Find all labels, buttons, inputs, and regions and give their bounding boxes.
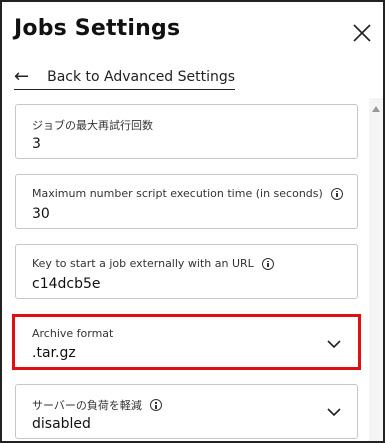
panel-header: Jobs Settings <box>2 2 383 62</box>
jobs-settings-panel: Jobs Settings ← Back to Advanced Setting… <box>0 0 385 443</box>
archive-format-label: Archive format <box>32 327 114 340</box>
field-label: Maximum number script execution time (in… <box>32 187 343 200</box>
vertical-scrollbar[interactable] <box>369 98 383 441</box>
info-icon[interactable] <box>149 399 162 411</box>
field-label: Archive format <box>32 327 113 340</box>
max-job-retries-field[interactable]: ジョブの最大再試行回数 3 <box>15 104 358 159</box>
external-job-key-field[interactable]: Key to start a job externally with an UR… <box>15 244 358 299</box>
scroll-up-arrow-icon[interactable] <box>372 106 380 112</box>
field-label: ジョブの最大再試行回数 <box>32 117 153 133</box>
page-title: Jobs Settings <box>14 16 181 41</box>
reduce-server-load-select[interactable]: サーバーの負荷を軽減 disabled <box>15 384 358 439</box>
external-job-key-label: Key to start a job externally with an UR… <box>32 257 254 270</box>
field-label: サーバーの負荷を軽減 <box>32 397 162 413</box>
max-job-retries-input[interactable]: 3 <box>32 136 41 152</box>
arrow-left-icon: ← <box>14 65 30 87</box>
chevron-down-icon <box>327 407 341 417</box>
archive-format-value: .tar.gz <box>32 345 76 361</box>
archive-format-select[interactable]: Archive format .tar.gz <box>12 314 361 370</box>
back-link-label: Back to Advanced Settings <box>47 68 236 85</box>
max-execution-time-field[interactable]: Maximum number script execution time (in… <box>15 174 358 229</box>
max-job-retries-label: ジョブの最大再試行回数 <box>32 119 153 132</box>
info-icon[interactable] <box>261 257 274 270</box>
info-icon[interactable] <box>330 187 343 200</box>
reduce-server-load-value: disabled <box>32 416 91 432</box>
max-execution-time-label: Maximum number script execution time (in… <box>32 187 323 200</box>
max-execution-time-input[interactable]: 30 <box>32 206 50 222</box>
reduce-server-load-label: サーバーの負荷を軽減 <box>32 399 142 412</box>
field-label: Key to start a job externally with an UR… <box>32 257 274 270</box>
chevron-down-icon <box>327 339 341 349</box>
back-to-advanced-settings-link[interactable]: ← Back to Advanced Settings <box>14 65 236 90</box>
external-job-key-input[interactable]: c14dcb5e <box>32 276 101 292</box>
close-icon[interactable] <box>351 22 373 44</box>
settings-form: ジョブの最大再試行回数 3 Maximum number script exec… <box>2 98 383 441</box>
